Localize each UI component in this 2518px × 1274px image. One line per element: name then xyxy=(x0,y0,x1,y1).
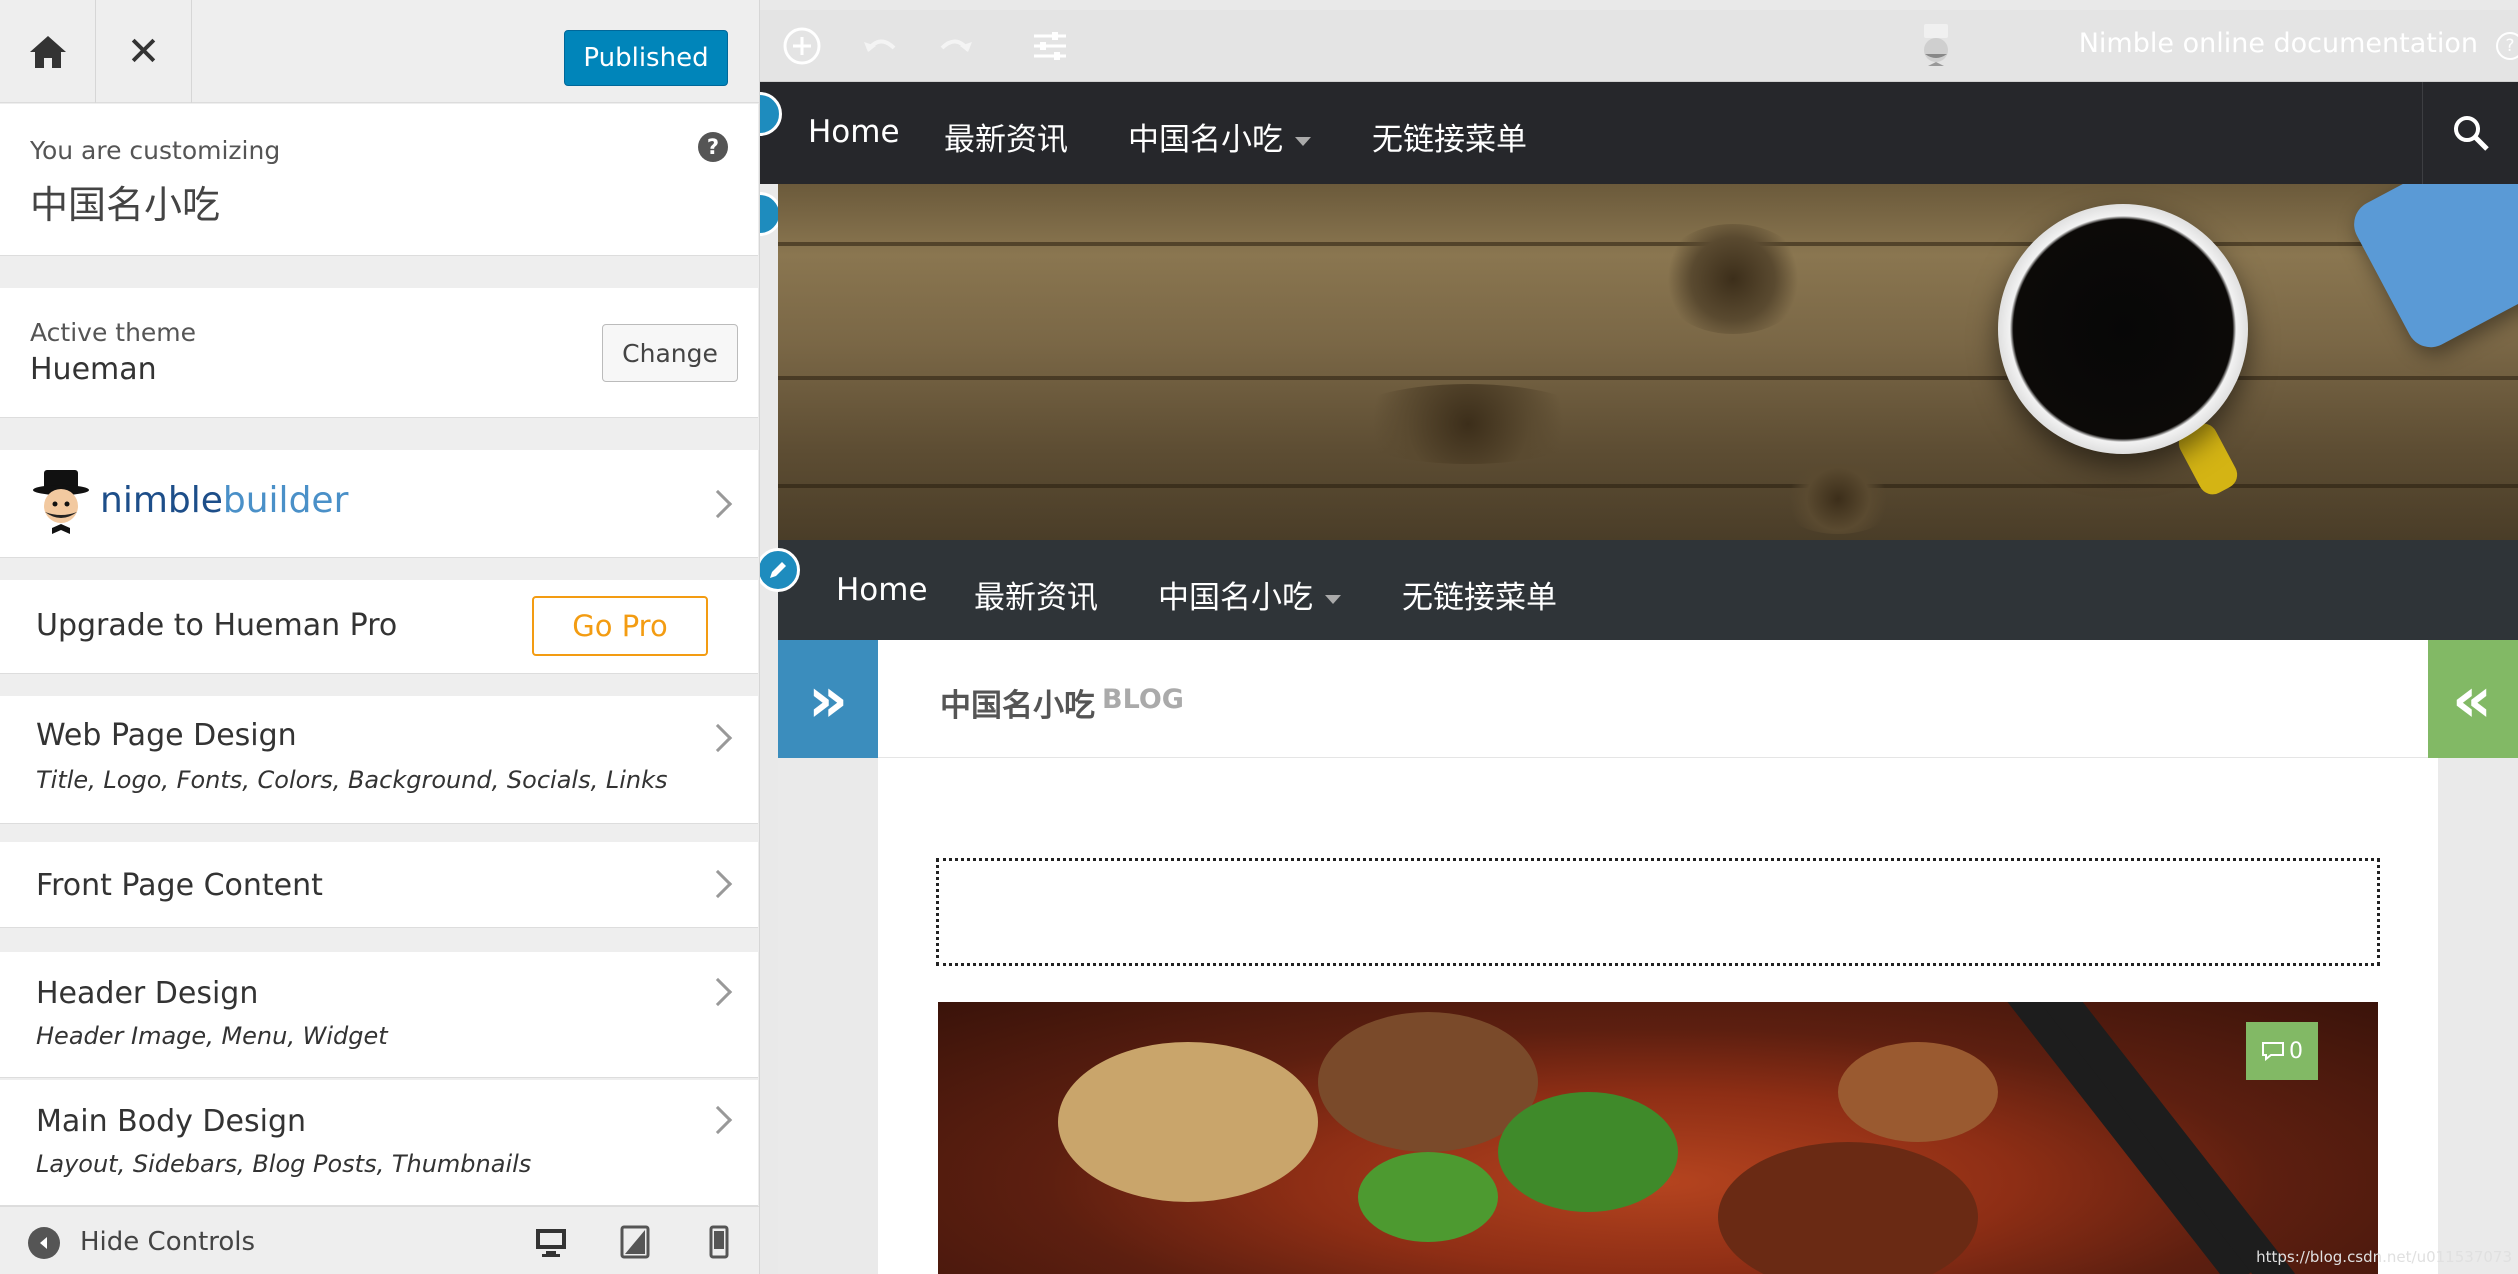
section-header-design[interactable]: Header Design Header Image, Menu, Widget xyxy=(0,952,758,1078)
nimble-mascot-icon xyxy=(1924,24,1948,66)
header-image xyxy=(778,184,2518,540)
comment-icon xyxy=(2262,1042,2284,1061)
dropdown-caret-icon xyxy=(1295,137,1311,146)
customizer-topbar: ✕ Published xyxy=(0,0,759,103)
home-icon xyxy=(29,35,66,68)
chevron-right-icon xyxy=(703,489,733,519)
coffee-cup-image xyxy=(1998,204,2248,454)
section-title: Header Design xyxy=(36,976,259,1011)
hide-controls-label[interactable]: Hide Controls xyxy=(80,1227,255,1257)
upgrade-section: Upgrade to Hueman Pro Go Pro xyxy=(0,580,758,674)
settings-sliders-icon[interactable] xyxy=(1030,26,1070,66)
help-icon[interactable]: ? xyxy=(2496,32,2518,60)
page-heading: 中国名小吃 BLOG xyxy=(878,640,2438,758)
expand-left-sidebar-button[interactable]: » xyxy=(778,640,878,758)
nimble-mascot-icon xyxy=(33,470,89,534)
nimble-documentation-link[interactable]: Nimble online documentation xyxy=(2079,28,2478,59)
close-button[interactable]: ✕ xyxy=(96,0,192,103)
hide-controls-icon[interactable] xyxy=(28,1227,60,1259)
active-theme-label: Active theme xyxy=(30,318,197,347)
nav-item-home[interactable]: Home xyxy=(808,114,900,150)
nav-item-famous-snacks[interactable]: 中国名小吃 xyxy=(1158,572,1341,617)
active-theme-card: Active theme Hueman Change xyxy=(0,288,758,418)
customizing-label: You are customizing xyxy=(30,136,281,165)
nav-item-home[interactable]: Home xyxy=(836,572,928,608)
double-chevron-left-icon: « xyxy=(2452,662,2493,736)
nimble-builder-logo: nimblebuilder xyxy=(100,480,349,521)
theme-name: Hueman xyxy=(30,352,157,387)
nav-item-no-link-menu[interactable]: 无链接菜单 xyxy=(1402,572,1557,617)
search-button[interactable] xyxy=(2422,82,2518,184)
chevron-right-icon xyxy=(703,1105,733,1135)
add-section-icon[interactable] xyxy=(782,26,822,66)
section-front-page-content[interactable]: Front Page Content xyxy=(0,842,758,928)
nav-item-famous-snacks[interactable]: 中国名小吃 xyxy=(1128,114,1311,159)
section-subtitle: Title, Logo, Fonts, Colors, Background, … xyxy=(36,766,668,794)
nimble-builder-section[interactable]: nimblebuilder xyxy=(0,450,758,558)
watermark: https://blog.csdn.net/u011537073 xyxy=(2256,1248,2512,1266)
site-name: 中国名小吃 xyxy=(30,183,221,227)
go-pro-button[interactable]: Go Pro xyxy=(532,596,708,656)
nimble-drop-zone[interactable] xyxy=(936,858,2380,966)
section-web-page-design[interactable]: Web Page Design Title, Logo, Fonts, Colo… xyxy=(0,696,758,824)
section-title: Front Page Content xyxy=(36,868,323,903)
chevron-right-icon xyxy=(703,977,733,1007)
expand-right-sidebar-button[interactable]: « xyxy=(2428,640,2518,758)
nav-item-latest-news[interactable]: 最新资讯 xyxy=(974,572,1098,617)
published-button[interactable]: Published xyxy=(564,30,728,86)
nimble-toolbar: Nimble online documentation ? xyxy=(760,10,2518,82)
home-button[interactable] xyxy=(0,0,96,103)
customizer-footer: Hide Controls xyxy=(0,1206,759,1274)
section-title: Main Body Design xyxy=(36,1104,306,1139)
nav-item-no-link-menu[interactable]: 无链接菜单 xyxy=(1372,114,1527,159)
section-subtitle: Header Image, Menu, Widget xyxy=(36,1022,388,1050)
double-chevron-right-icon: » xyxy=(807,662,849,736)
mobile-preview-icon[interactable] xyxy=(702,1225,736,1259)
help-icon[interactable]: ? xyxy=(698,132,728,162)
undo-icon[interactable] xyxy=(860,26,900,66)
blog-badge: BLOG xyxy=(1102,684,1184,715)
search-icon xyxy=(2453,116,2489,151)
desktop-preview-icon[interactable] xyxy=(534,1225,568,1259)
page-title: 中国名小吃 xyxy=(940,688,1095,724)
comment-count-badge[interactable]: 0 xyxy=(2246,1022,2318,1080)
chevron-right-icon xyxy=(703,869,733,899)
content-area: » 中国名小吃 BLOG 0 « xyxy=(778,640,2518,1274)
tablet-preview-icon[interactable] xyxy=(618,1225,652,1259)
header-navigation: Home 最新资讯 中国名小吃 无链接菜单 xyxy=(778,540,2518,640)
top-navigation: Home 最新资讯 中国名小吃 无链接菜单 xyxy=(760,82,2518,184)
redo-icon[interactable] xyxy=(936,26,976,66)
main-content: 中国名小吃 BLOG 0 xyxy=(878,640,2438,1274)
customizer-panel: ✕ Published You are customizing 中国名小吃 ? … xyxy=(0,0,760,1274)
section-main-body-design[interactable]: Main Body Design Layout, Sidebars, Blog … xyxy=(0,1080,758,1206)
dropdown-caret-icon xyxy=(1325,595,1341,604)
section-subtitle: Layout, Sidebars, Blog Posts, Thumbnails xyxy=(36,1150,532,1178)
close-icon: ✕ xyxy=(126,28,161,75)
chevron-right-icon xyxy=(703,723,733,753)
nav-item-latest-news[interactable]: 最新资讯 xyxy=(944,114,1068,159)
site-preview: Nimble online documentation ? Home 最新资讯 … xyxy=(760,0,2518,1274)
change-theme-button[interactable]: Change xyxy=(602,324,738,382)
customizing-info: You are customizing 中国名小吃 ? xyxy=(0,104,758,256)
upgrade-label: Upgrade to Hueman Pro xyxy=(36,608,398,643)
section-title: Web Page Design xyxy=(36,718,297,753)
featured-food-image[interactable] xyxy=(938,1002,2378,1274)
